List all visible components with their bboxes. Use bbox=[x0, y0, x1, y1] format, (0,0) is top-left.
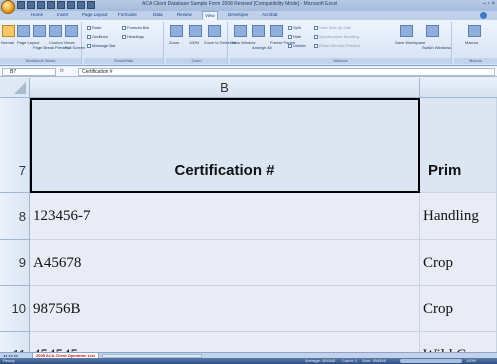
new-window-button[interactable] bbox=[234, 25, 247, 37]
cell-c7[interactable]: Prim bbox=[420, 98, 497, 193]
status-bar: Ready Average: 454545 Count: 1 Sum: 4545… bbox=[0, 358, 497, 364]
cell-b11[interactable]: 454545 bbox=[30, 332, 420, 352]
gridlines-checkbox[interactable]: Gridlines bbox=[87, 34, 108, 39]
cell-b7[interactable]: Certification # bbox=[30, 98, 420, 193]
message-bar-checkbox[interactable]: Message Bar bbox=[87, 43, 116, 48]
status-count: Count: 1 bbox=[342, 358, 358, 363]
zoom-group-label: Zoom bbox=[166, 58, 227, 64]
tab-developer[interactable]: Developer bbox=[228, 12, 249, 17]
formula-input[interactable]: Certification # bbox=[78, 68, 495, 76]
page-break-label: Page Break Preview bbox=[33, 45, 70, 50]
window-title: ACA Client Database Sample Form 2008 Rev… bbox=[142, 1, 338, 7]
select-all-corner[interactable] bbox=[0, 78, 30, 98]
full-screen-button[interactable] bbox=[65, 25, 78, 37]
redo-icon[interactable] bbox=[37, 1, 45, 9]
custom-views-button[interactable] bbox=[49, 25, 62, 37]
zoom-100-label: 100% bbox=[189, 40, 200, 45]
worksheet-grid: B 7 Certification # Prim 8 123456-7 Hand… bbox=[0, 78, 497, 352]
formula-bar-checkbox[interactable]: Formula Bar bbox=[122, 25, 149, 30]
cell-c8[interactable]: Handling bbox=[420, 193, 497, 240]
column-header-c[interactable] bbox=[420, 78, 497, 98]
cell-c11[interactable]: Wild Crop bbox=[420, 332, 497, 352]
zoom-label: Zoom bbox=[169, 40, 180, 45]
group-show-hide: Ruler Gridlines Message Bar Formula Bar … bbox=[84, 22, 164, 64]
zoom-to-selection-button[interactable] bbox=[208, 25, 221, 37]
row-header-8[interactable]: 8 bbox=[0, 193, 30, 240]
name-box[interactable]: B7 bbox=[2, 68, 56, 76]
save-workspace-label: Save Workspace bbox=[395, 40, 426, 45]
macros-group-label: Macros bbox=[454, 58, 497, 64]
zoom-button[interactable] bbox=[170, 25, 183, 37]
status-average: Average: 454545 bbox=[305, 358, 336, 363]
undo-icon[interactable] bbox=[27, 1, 35, 9]
arrange-all-label: Arrange All bbox=[252, 45, 272, 50]
group-zoom: Zoom 100% Zoom to Selection Zoom bbox=[166, 22, 236, 64]
group-workbook-views: Normal Page Layout Page Break Preview Cu… bbox=[0, 22, 86, 64]
new-icon[interactable] bbox=[87, 1, 95, 9]
freeze-panes-button[interactable] bbox=[270, 25, 283, 37]
fx-icon[interactable]: fx bbox=[60, 68, 64, 74]
page-layout-view-button[interactable] bbox=[17, 25, 30, 37]
group-window: New Window Arrange All Freeze Panes Spli… bbox=[230, 22, 452, 64]
switch-windows-label: Switch Windows bbox=[422, 45, 452, 50]
reset-window-position-button[interactable]: Reset Window Position bbox=[314, 43, 360, 48]
page-break-preview-button[interactable] bbox=[33, 25, 46, 37]
tab-insert[interactable]: Insert bbox=[57, 12, 68, 17]
title-bar: ACA Client Database Sample Form 2008 Rev… bbox=[0, 0, 497, 14]
tab-acrobat[interactable]: Acrobat bbox=[262, 12, 278, 17]
headings-checkbox[interactable]: Headings bbox=[122, 34, 144, 39]
split-button[interactable]: Split bbox=[288, 25, 301, 30]
show-hide-label: Show/Hide bbox=[84, 58, 163, 64]
formula-bar: B7 fx Certification # bbox=[0, 67, 497, 77]
group-macros: Macros Macros bbox=[454, 22, 497, 64]
tab-home[interactable]: Home bbox=[31, 12, 43, 17]
spelling-icon[interactable] bbox=[67, 1, 75, 9]
office-button[interactable] bbox=[1, 0, 15, 14]
ribbon: Normal Page Layout Page Break Preview Cu… bbox=[0, 20, 497, 66]
cell-b8[interactable]: 123456-7 bbox=[30, 193, 420, 240]
normal-view-button[interactable] bbox=[2, 25, 15, 37]
help-icon[interactable] bbox=[480, 12, 487, 19]
cell-c10[interactable]: Crop bbox=[420, 286, 497, 332]
unhide-button[interactable]: Unhide bbox=[288, 43, 306, 48]
zoom-slider[interactable] bbox=[400, 359, 462, 363]
synchronous-scrolling-button[interactable]: Synchronous Scrolling bbox=[314, 34, 359, 39]
print-icon[interactable] bbox=[47, 1, 55, 9]
ribbon-tabs: Home Insert Page Layout Formulas Data Re… bbox=[0, 11, 497, 20]
save-icon[interactable] bbox=[17, 1, 25, 9]
row-header-11[interactable]: 11 bbox=[0, 332, 30, 352]
macros-label: Macros bbox=[465, 40, 479, 45]
workbook-views-label: Workbook Views bbox=[0, 58, 81, 64]
tab-data[interactable]: Data bbox=[153, 12, 163, 17]
cell-b10[interactable]: 98756B bbox=[30, 286, 420, 332]
column-header-b[interactable]: B bbox=[30, 78, 420, 98]
status-sum: Sum: 454545 bbox=[362, 358, 386, 363]
normal-label: Normal bbox=[1, 40, 14, 45]
window-controls[interactable]: – ▫ × bbox=[483, 1, 495, 7]
row-header-9[interactable]: 9 bbox=[0, 240, 30, 286]
zoom-100-button[interactable] bbox=[189, 25, 202, 37]
tab-page-layout[interactable]: Page Layout bbox=[82, 12, 107, 17]
hide-button[interactable]: Hide bbox=[288, 34, 301, 39]
window-group-label: Window bbox=[230, 58, 451, 64]
cell-c9[interactable]: Crop bbox=[420, 240, 497, 286]
tab-formulas[interactable]: Formulas bbox=[118, 12, 137, 17]
arrange-all-button[interactable] bbox=[252, 25, 265, 37]
tab-view[interactable]: View bbox=[202, 11, 218, 20]
ruler-checkbox[interactable]: Ruler bbox=[87, 25, 102, 30]
full-screen-label: Full Screen bbox=[65, 45, 86, 50]
preview-icon[interactable] bbox=[57, 1, 65, 9]
cell-b9[interactable]: A45678 bbox=[30, 240, 420, 286]
switch-windows-button[interactable] bbox=[426, 25, 439, 37]
open-icon[interactable] bbox=[77, 1, 85, 9]
status-mode: Ready bbox=[3, 358, 15, 363]
row-header-7[interactable]: 7 bbox=[0, 98, 30, 193]
tab-review[interactable]: Review bbox=[177, 12, 192, 17]
quick-access-toolbar bbox=[17, 1, 95, 9]
macros-button[interactable] bbox=[468, 25, 481, 37]
view-side-by-side-button[interactable]: View Side by Side bbox=[314, 25, 351, 30]
zoom-level[interactable]: 100% bbox=[466, 358, 476, 364]
save-workspace-button[interactable] bbox=[400, 25, 413, 37]
row-header-10[interactable]: 10 bbox=[0, 286, 30, 332]
